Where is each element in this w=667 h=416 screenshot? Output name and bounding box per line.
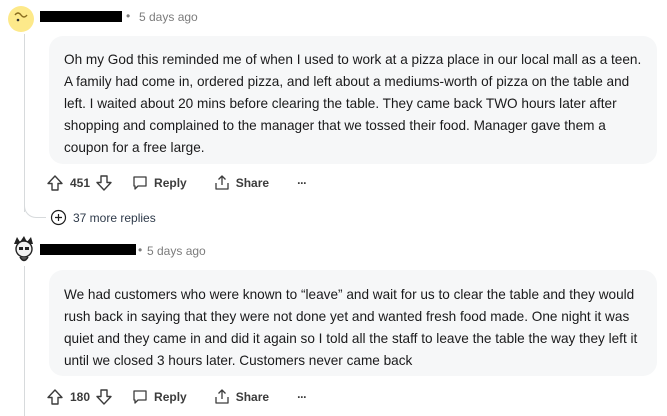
vote-count: 451 [70, 176, 91, 190]
share-label: Share [235, 390, 270, 404]
upvote-icon [46, 388, 64, 406]
more-replies-label: 37 more replies [73, 210, 156, 225]
meta-separator: • [126, 9, 131, 23]
comment-timestamp[interactable]: 5 days ago [139, 10, 198, 24]
share-label: Share [235, 176, 270, 190]
upvote-button[interactable] [46, 174, 64, 192]
thread-line-2[interactable] [24, 266, 25, 416]
comment-body: We had customers who were known to “leav… [49, 270, 657, 376]
comment-actions: 451 Reply Share ··· [46, 173, 307, 193]
thread-curve [24, 200, 46, 218]
reply-label: Reply [154, 176, 187, 190]
avatar[interactable] [8, 6, 34, 32]
reply-button[interactable]: Reply [131, 388, 187, 406]
comment-actions: 180 Reply Share ··· [46, 387, 307, 407]
reply-label: Reply [154, 390, 187, 404]
comment-body: Oh my God this reminded me of when I use… [49, 36, 657, 164]
more-options-icon: ··· [297, 390, 307, 404]
plus-circle-icon [50, 209, 67, 226]
comment-text: We had customers who were known to “leav… [64, 287, 638, 368]
downvote-icon [95, 174, 113, 192]
meta-separator: • [138, 243, 143, 257]
thread-line-1[interactable] [24, 34, 25, 212]
upvote-icon [46, 174, 64, 192]
vote-count: 180 [70, 390, 91, 404]
more-options-button[interactable]: ··· [297, 176, 307, 190]
comment-bubble-icon [131, 174, 149, 192]
avatar[interactable] [10, 234, 38, 264]
more-options-button[interactable]: ··· [297, 390, 307, 404]
upvote-button[interactable] [46, 388, 64, 406]
comment-bubble-icon [131, 388, 149, 406]
downvote-icon [95, 388, 113, 406]
downvote-button[interactable] [95, 388, 113, 406]
downvote-button[interactable] [95, 174, 113, 192]
share-button[interactable]: Share [213, 388, 269, 406]
more-replies-link[interactable]: 37 more replies [50, 209, 156, 226]
comment-text: Oh my God this reminded me of when I use… [64, 52, 642, 155]
username-redacted[interactable] [40, 11, 122, 22]
share-icon [213, 174, 231, 192]
comment-timestamp[interactable]: 5 days ago [147, 244, 206, 258]
reply-button[interactable]: Reply [131, 174, 187, 192]
share-icon [213, 388, 231, 406]
share-button[interactable]: Share [213, 174, 269, 192]
more-options-icon: ··· [297, 176, 307, 190]
username-redacted[interactable] [40, 244, 136, 255]
